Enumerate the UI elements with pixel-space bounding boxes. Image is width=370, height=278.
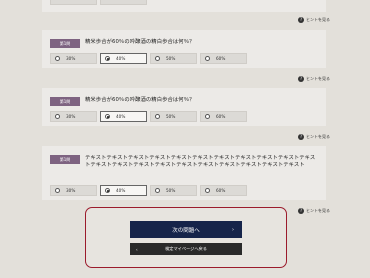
- options-row: 30% 40% 50% 60%: [50, 53, 247, 64]
- option-label: 30%: [66, 188, 76, 193]
- question-text: 精米歩合が60％の吟醸酒の精白歩合は何％？: [85, 97, 195, 103]
- option-30[interactable]: 30%: [50, 111, 97, 122]
- options-row: 30% 40% 50% 60%: [50, 185, 247, 196]
- question-card-2: 第1問 精米歩合が60％の吟醸酒の精白歩合は何％？ 30% 40% 50% 60…: [42, 88, 326, 126]
- chevron-right-icon: ›: [232, 226, 234, 233]
- option-30[interactable]: 30%: [50, 53, 97, 64]
- hint-link-3[interactable]: ? ヒントを見る: [298, 208, 330, 214]
- option-label: 40%: [116, 188, 126, 193]
- option-label: 30%: [66, 56, 76, 61]
- help-icon: ?: [298, 208, 304, 214]
- radio-selected-icon: [105, 188, 110, 193]
- option-60[interactable]: 60%: [200, 185, 247, 196]
- question-number-badge: 第1問: [50, 39, 80, 48]
- hint-label: ヒントを見る: [306, 17, 330, 22]
- option-label: 40%: [116, 114, 126, 119]
- option-label: 30%: [66, 114, 76, 119]
- question-number-badge: 第1問: [50, 155, 80, 164]
- hint-link-0[interactable]: ? ヒントを見る: [298, 17, 330, 23]
- radio-icon: [205, 114, 210, 119]
- hint-label: ヒントを見る: [306, 208, 330, 213]
- option-50[interactable]: 50%: [150, 111, 197, 122]
- option-partial-1[interactable]: [50, 0, 97, 5]
- radio-icon: [155, 114, 160, 119]
- question-number-badge: 第1問: [50, 97, 80, 106]
- option-40[interactable]: 40%: [100, 111, 147, 122]
- options-row-partial: [50, 0, 147, 5]
- next-question-button[interactable]: 次の問題へ ›: [130, 221, 242, 238]
- option-30[interactable]: 30%: [50, 185, 97, 196]
- question-card-3: 第1問 テキストテキストテキストテキストテキストテキストテキストテキストテキスト…: [42, 146, 326, 200]
- option-label: 60%: [216, 114, 226, 119]
- option-50[interactable]: 50%: [150, 185, 197, 196]
- radio-selected-icon: [105, 114, 110, 119]
- radio-icon: [55, 188, 60, 193]
- option-60[interactable]: 60%: [200, 53, 247, 64]
- question-text: テキストテキストテキストテキストテキストテキストテキストテキストテキストテキスト…: [85, 155, 316, 168]
- radio-icon: [205, 56, 210, 61]
- option-50[interactable]: 50%: [150, 53, 197, 64]
- radio-icon: [155, 56, 160, 61]
- question-card-partial: [42, 0, 326, 12]
- radio-icon: [55, 114, 60, 119]
- hint-label: ヒントを見る: [306, 134, 330, 139]
- question-card-1: 第1問 精米歩合が60％の吟醸酒の精白歩合は何％？ 30% 40% 50% 60…: [42, 30, 326, 68]
- option-partial-2[interactable]: [100, 0, 147, 5]
- question-text: 精米歩合が60％の吟醸酒の精白歩合は何％？: [85, 39, 195, 45]
- option-40[interactable]: 40%: [100, 53, 147, 64]
- back-to-mypage-button[interactable]: ‹ 検定マイページへ戻る: [130, 243, 242, 255]
- option-label: 60%: [216, 188, 226, 193]
- help-icon: ?: [298, 76, 304, 82]
- option-label: 40%: [116, 56, 126, 61]
- next-button-label: 次の問題へ: [172, 227, 200, 234]
- help-icon: ?: [298, 134, 304, 140]
- option-label: 50%: [166, 114, 176, 119]
- option-40[interactable]: 40%: [100, 185, 147, 196]
- options-row: 30% 40% 50% 60%: [50, 111, 247, 122]
- radio-icon: [55, 56, 60, 61]
- action-panel: 次の問題へ › ‹ 検定マイページへ戻る: [85, 207, 287, 268]
- hint-label: ヒントを見る: [306, 76, 330, 81]
- option-label: 50%: [166, 56, 176, 61]
- radio-icon: [155, 188, 160, 193]
- radio-icon: [205, 188, 210, 193]
- hint-link-1[interactable]: ? ヒントを見る: [298, 76, 330, 82]
- option-label: 50%: [166, 188, 176, 193]
- chevron-left-icon: ‹: [136, 246, 138, 252]
- hint-link-2[interactable]: ? ヒントを見る: [298, 134, 330, 140]
- option-60[interactable]: 60%: [200, 111, 247, 122]
- radio-selected-icon: [105, 56, 110, 61]
- option-label: 60%: [216, 56, 226, 61]
- help-icon: ?: [298, 17, 304, 23]
- back-button-label: 検定マイページへ戻る: [165, 246, 207, 251]
